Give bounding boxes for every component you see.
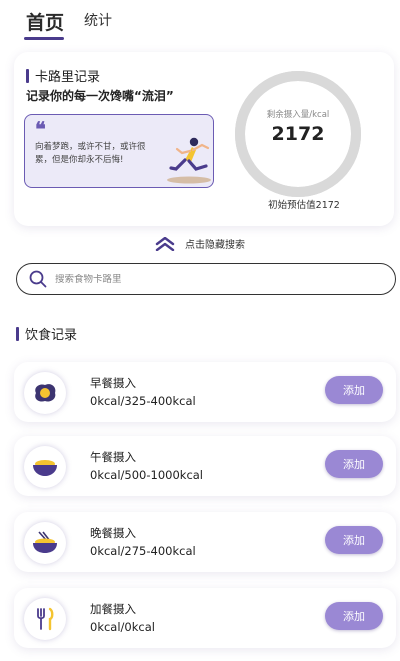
calorie-slogan: 记录你的每一次馋嘴“流泪” bbox=[26, 89, 174, 103]
meal-icon-circle bbox=[24, 372, 66, 414]
meal-kcal: 0kcal/325-400kcal bbox=[90, 394, 196, 408]
diet-section-title: 饮食记录 bbox=[16, 324, 77, 343]
bowl-icon bbox=[33, 460, 57, 476]
meal-icon-circle bbox=[24, 522, 66, 564]
title-accent-bar bbox=[26, 68, 29, 83]
remaining-intake-value: 2172 bbox=[271, 123, 325, 145]
add-breakfast-button[interactable]: 添加 bbox=[325, 376, 383, 404]
add-dinner-button[interactable]: 添加 bbox=[325, 526, 383, 554]
meal-icon-circle bbox=[24, 446, 66, 488]
diet-title-text: 饮食记录 bbox=[25, 328, 78, 343]
search-input[interactable] bbox=[55, 273, 355, 285]
fried-egg-icon bbox=[35, 384, 56, 402]
motivation-quote-box: ❝ 向着梦跑，或许不甘，或许很累，但是你却永不后悔! bbox=[24, 114, 214, 188]
tab-stats[interactable]: 统计 bbox=[84, 10, 112, 30]
fork-knife-icon bbox=[37, 607, 54, 631]
toggle-search-label: 点击隐藏搜索 bbox=[185, 240, 245, 251]
runner-illustration-icon bbox=[167, 137, 211, 184]
meal-card-breakfast: 早餐摄入 0kcal/325-400kcal 添加 bbox=[14, 362, 396, 422]
meal-kcal: 0kcal/275-400kcal bbox=[90, 544, 196, 558]
quote-mark-icon: ❝ bbox=[35, 117, 46, 141]
meal-icon-circle bbox=[24, 598, 66, 640]
meal-name: 午餐摄入 bbox=[90, 450, 136, 464]
noodle-bowl-icon bbox=[33, 531, 57, 553]
remaining-intake-label: 剩余摄入量/kcal bbox=[266, 110, 330, 120]
tab-active-indicator bbox=[24, 37, 64, 40]
meal-name: 加餐摄入 bbox=[90, 602, 136, 616]
meal-kcal: 0kcal/0kcal bbox=[90, 620, 155, 634]
add-snack-button[interactable]: 添加 bbox=[325, 602, 383, 630]
calorie-card: 卡路里记录 记录你的每一次馋嘴“流泪” ❝ 向着梦跑，或许不甘，或许很累，但是你… bbox=[14, 52, 394, 226]
calorie-title-text: 卡路里记录 bbox=[35, 70, 101, 85]
calorie-section-title: 卡路里记录 bbox=[26, 66, 100, 85]
motivation-quote: 向着梦跑，或许不甘，或许很累，但是你却永不后悔! bbox=[35, 142, 146, 165]
toggle-search-button[interactable]: 点击隐藏搜索 bbox=[0, 236, 400, 251]
meal-name: 晚餐摄入 bbox=[90, 526, 136, 540]
meal-name: 早餐摄入 bbox=[90, 376, 136, 390]
chevron-up-double-icon bbox=[155, 236, 175, 251]
meal-card-dinner: 晚餐摄入 0kcal/275-400kcal 添加 bbox=[14, 512, 396, 572]
title-accent-bar bbox=[16, 326, 19, 341]
tab-home[interactable]: 首页 bbox=[26, 8, 64, 35]
add-lunch-button[interactable]: 添加 bbox=[325, 450, 383, 478]
meal-card-lunch: 午餐摄入 0kcal/500-1000kcal 添加 bbox=[14, 436, 396, 496]
search-icon bbox=[29, 270, 47, 288]
search-bar[interactable] bbox=[16, 263, 396, 295]
meal-card-snack: 加餐摄入 0kcal/0kcal 添加 bbox=[14, 588, 396, 648]
initial-estimate: 初始预估值2172 bbox=[268, 200, 340, 211]
meal-kcal: 0kcal/500-1000kcal bbox=[90, 468, 204, 482]
top-tabs: 首页 统计 bbox=[0, 0, 400, 44]
remaining-intake-ring: 剩余摄入量/kcal 2172 bbox=[232, 68, 364, 200]
